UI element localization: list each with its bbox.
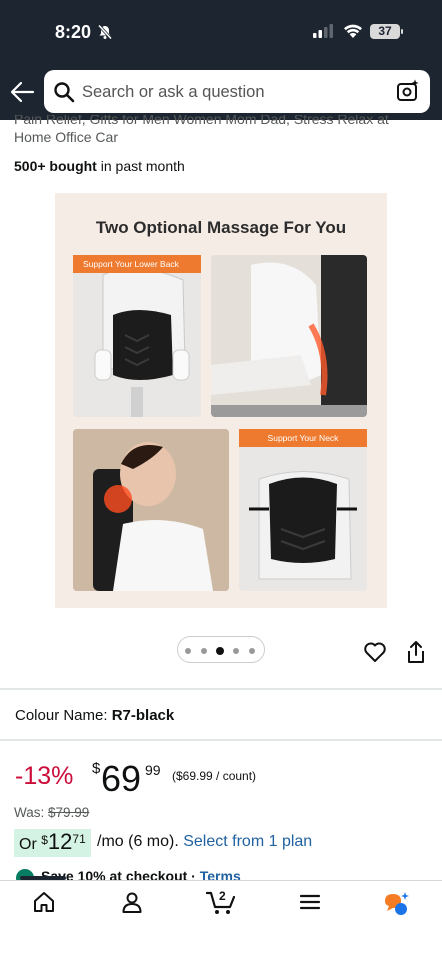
share-icon[interactable]	[405, 640, 427, 664]
colour-value: R7-black	[111, 707, 175, 724]
product-title-line1: Pain Relief, Gifts for Men Women Mom Dad…	[14, 115, 389, 127]
was-price: Was: $79.99	[14, 805, 89, 820]
bought-info: 500+ bought in past month	[14, 158, 185, 174]
tag-lower-back: Support Your Lower Back	[73, 255, 201, 273]
person-sitting-photo	[211, 255, 367, 417]
price-currency: $	[92, 760, 101, 777]
product-title-fragment: Pain Relief, Gifts for Men Women Mom Dad…	[14, 115, 434, 151]
account-icon[interactable]	[121, 891, 143, 913]
terms-link[interactable]: Terms	[200, 868, 241, 880]
search-placeholder: Search or ask a question	[82, 83, 265, 101]
monthly-currency: $	[41, 833, 48, 847]
bought-suffix: in past month	[96, 158, 185, 174]
product-image[interactable]: Two Optional Massage For You Support You…	[55, 193, 387, 608]
unit-price: ($69.99 / count)	[172, 769, 257, 783]
heart-icon[interactable]	[363, 641, 387, 663]
wifi-icon	[344, 24, 362, 38]
price-whole: 69	[101, 758, 142, 799]
colour-name-row: Colour Name: R7-black	[15, 707, 174, 724]
select-plan-link[interactable]: Select from 1 plan	[183, 833, 312, 850]
status-bar: 8:20 37	[0, 0, 442, 62]
carousel-dot[interactable]	[233, 648, 239, 654]
tag-neck: Support Your Neck	[239, 429, 367, 447]
neck-pillow-photo	[239, 429, 367, 591]
carousel-dot[interactable]	[201, 648, 207, 654]
search-input[interactable]: Search or ask a question	[44, 70, 430, 113]
carousel-dot[interactable]	[249, 648, 255, 654]
image-carousel-indicator[interactable]	[177, 636, 265, 663]
monthly-price-badge: Or $1271	[14, 829, 91, 857]
bell-slash-icon	[97, 24, 113, 40]
home-icon[interactable]	[33, 891, 55, 913]
monthly-whole: 12	[47, 829, 73, 854]
top-header: 8:20 37 Search or ask a question	[0, 0, 442, 120]
menu-icon[interactable]	[299, 891, 321, 913]
carousel-dot[interactable]	[185, 648, 191, 654]
carousel-dot-active[interactable]	[216, 647, 224, 655]
signal-icon	[313, 24, 333, 38]
monthly-details: /mo (6 mo). Select from 1 plan	[97, 833, 312, 851]
price-fraction: 99	[145, 762, 161, 778]
divider	[0, 688, 442, 690]
cart-count: 2	[219, 889, 226, 903]
search-icon	[54, 82, 75, 103]
status-time: 8:20	[55, 22, 92, 42]
back-arrow-icon[interactable]	[9, 80, 35, 104]
product-title-line2: Home Office Car	[14, 129, 118, 145]
colour-label: Colour Name:	[15, 707, 112, 724]
discount-percent: -13%	[15, 762, 74, 790]
was-value: $79.99	[48, 805, 90, 820]
camera-search-icon[interactable]	[396, 79, 420, 103]
was-label: Was:	[14, 805, 49, 820]
save-text: Save 10% at checkout · Terms	[41, 868, 241, 880]
divider	[0, 739, 442, 741]
lower-back-pillow-photo	[73, 255, 201, 417]
bottom-navigation: 2	[0, 880, 442, 960]
battery-indicator: 37	[370, 24, 400, 39]
cart-icon[interactable]: 2	[206, 887, 236, 915]
battery-cap	[401, 29, 403, 34]
monthly-suffix: /mo (6 mo).	[97, 833, 184, 850]
monthly-prefix: Or	[19, 836, 42, 853]
person-neck-photo	[73, 429, 229, 591]
monthly-fraction: 71	[72, 832, 86, 846]
product-image-title: Two Optional Massage For You	[95, 218, 347, 237]
rufus-assistant-icon[interactable]	[383, 891, 411, 917]
bought-count: 500+ bought	[14, 158, 97, 174]
